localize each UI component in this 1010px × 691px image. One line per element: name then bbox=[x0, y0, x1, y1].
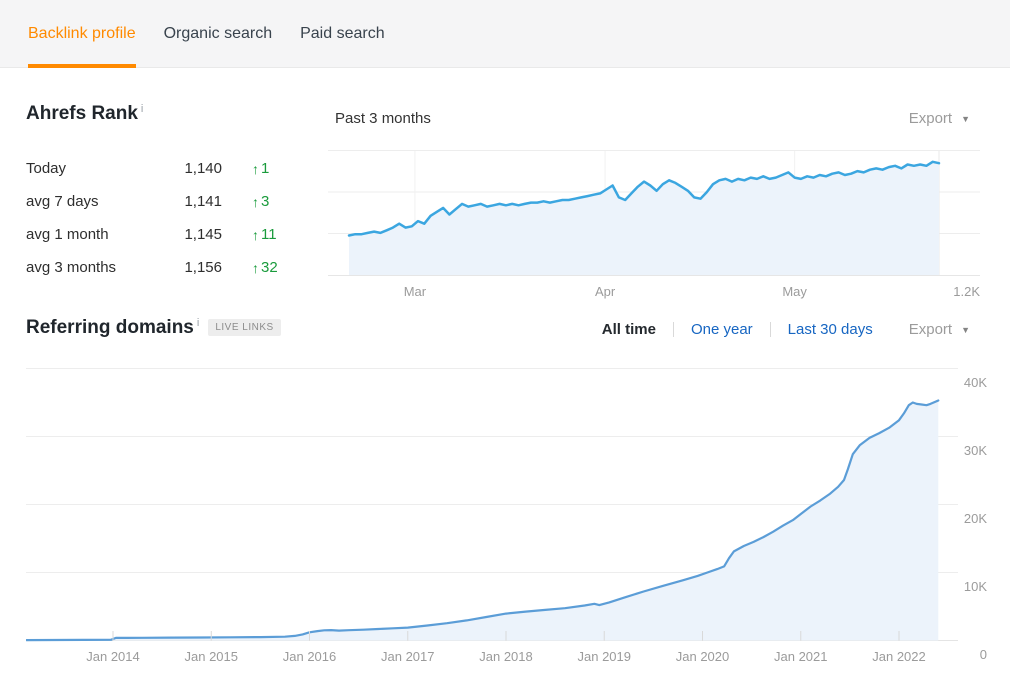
export-label: Export bbox=[909, 110, 952, 127]
row-value: 1,141 bbox=[164, 193, 222, 210]
row-label: avg 1 month bbox=[26, 226, 164, 243]
delta-value: 3 bbox=[261, 193, 269, 210]
active-tab-underline bbox=[28, 64, 136, 68]
tab-label: Paid search bbox=[300, 25, 385, 43]
table-row: avg 1 month 1,145 ↑11 bbox=[26, 218, 326, 251]
axis-label: 40K bbox=[947, 375, 987, 390]
axis-label: Jan 2021 bbox=[761, 649, 841, 664]
axis-label: Jan 2020 bbox=[663, 649, 743, 664]
row-delta: ↑3 bbox=[252, 193, 269, 210]
tab-paid-search[interactable]: Paid search bbox=[300, 0, 385, 67]
up-arrow-icon: ↑ bbox=[252, 260, 259, 276]
chevron-down-icon: ▼ bbox=[961, 114, 970, 124]
delta-value: 1 bbox=[261, 160, 269, 177]
filter-last-30-days[interactable]: Last 30 days bbox=[788, 321, 873, 338]
row-label: avg 7 days bbox=[26, 193, 164, 210]
axis-label: Jan 2016 bbox=[270, 649, 350, 664]
axis-label: 20K bbox=[947, 511, 987, 526]
table-row: avg 7 days 1,141 ↑3 bbox=[26, 185, 326, 218]
axis-label: 0 bbox=[947, 647, 987, 662]
axis-label: Apr bbox=[570, 284, 640, 299]
ahrefs-rank-table: Today 1,140 ↑1 avg 7 days 1,141 ↑3 avg 1… bbox=[26, 152, 326, 284]
info-icon[interactable]: i bbox=[141, 103, 143, 115]
up-arrow-icon: ↑ bbox=[252, 194, 259, 210]
axis-label: Jan 2015 bbox=[171, 649, 251, 664]
info-icon[interactable]: i bbox=[197, 317, 199, 329]
table-row: Today 1,140 ↑1 bbox=[26, 152, 326, 185]
tab-backlink-profile[interactable]: Backlink profile bbox=[28, 0, 136, 67]
axis-label: Jan 2014 bbox=[73, 649, 153, 664]
filter-one-year[interactable]: One year bbox=[691, 321, 753, 338]
chevron-down-icon: ▼ bbox=[961, 325, 970, 335]
divider bbox=[673, 322, 674, 337]
row-delta: ↑32 bbox=[252, 259, 278, 276]
axis-label: 30K bbox=[947, 443, 987, 458]
table-row: avg 3 months 1,156 ↑32 bbox=[26, 251, 326, 284]
axis-label: 10K bbox=[947, 579, 987, 594]
y-axis-label: 1.2K bbox=[953, 284, 980, 299]
referring-domains-chart[interactable] bbox=[26, 366, 958, 642]
tab-label: Backlink profile bbox=[28, 25, 136, 43]
ahrefs-rank-title: Ahrefs Ranki bbox=[26, 103, 143, 125]
row-value: 1,156 bbox=[164, 259, 222, 276]
axis-label: May bbox=[760, 284, 830, 299]
live-links-badge: LIVE LINKS bbox=[208, 319, 280, 336]
export-button-referring[interactable]: Export ▼ bbox=[909, 321, 970, 338]
row-label: avg 3 months bbox=[26, 259, 164, 276]
ahrefs-dashboard: Backlink profile Organic search Paid sea… bbox=[0, 0, 1010, 691]
row-value: 1,140 bbox=[164, 160, 222, 177]
filter-all-time[interactable]: All time bbox=[602, 321, 656, 338]
row-delta: ↑11 bbox=[252, 226, 277, 243]
time-filter-group: All time One year Last 30 days Export ▼ bbox=[602, 321, 970, 338]
row-value: 1,145 bbox=[164, 226, 222, 243]
delta-value: 11 bbox=[261, 226, 277, 243]
tab-label: Organic search bbox=[164, 25, 273, 43]
axis-label: Jan 2018 bbox=[466, 649, 546, 664]
period-label: Past 3 months bbox=[335, 110, 431, 127]
referring-domains-title: Referring domainsiLIVE LINKS bbox=[26, 317, 281, 339]
up-arrow-icon: ↑ bbox=[252, 161, 259, 177]
axis-label: Mar bbox=[380, 284, 450, 299]
tab-bar: Backlink profile Organic search Paid sea… bbox=[0, 0, 1010, 68]
export-button-rank[interactable]: Export ▼ bbox=[909, 110, 970, 127]
delta-value: 32 bbox=[261, 259, 278, 276]
tab-organic-search[interactable]: Organic search bbox=[164, 0, 273, 67]
row-delta: ↑1 bbox=[252, 160, 269, 177]
axis-label: Jan 2017 bbox=[368, 649, 448, 664]
axis-label: Jan 2022 bbox=[859, 649, 939, 664]
row-label: Today bbox=[26, 160, 164, 177]
up-arrow-icon: ↑ bbox=[252, 227, 259, 243]
export-label: Export bbox=[909, 321, 952, 338]
divider bbox=[770, 322, 771, 337]
axis-label: Jan 2019 bbox=[564, 649, 644, 664]
ahrefs-rank-chart[interactable] bbox=[328, 150, 980, 277]
